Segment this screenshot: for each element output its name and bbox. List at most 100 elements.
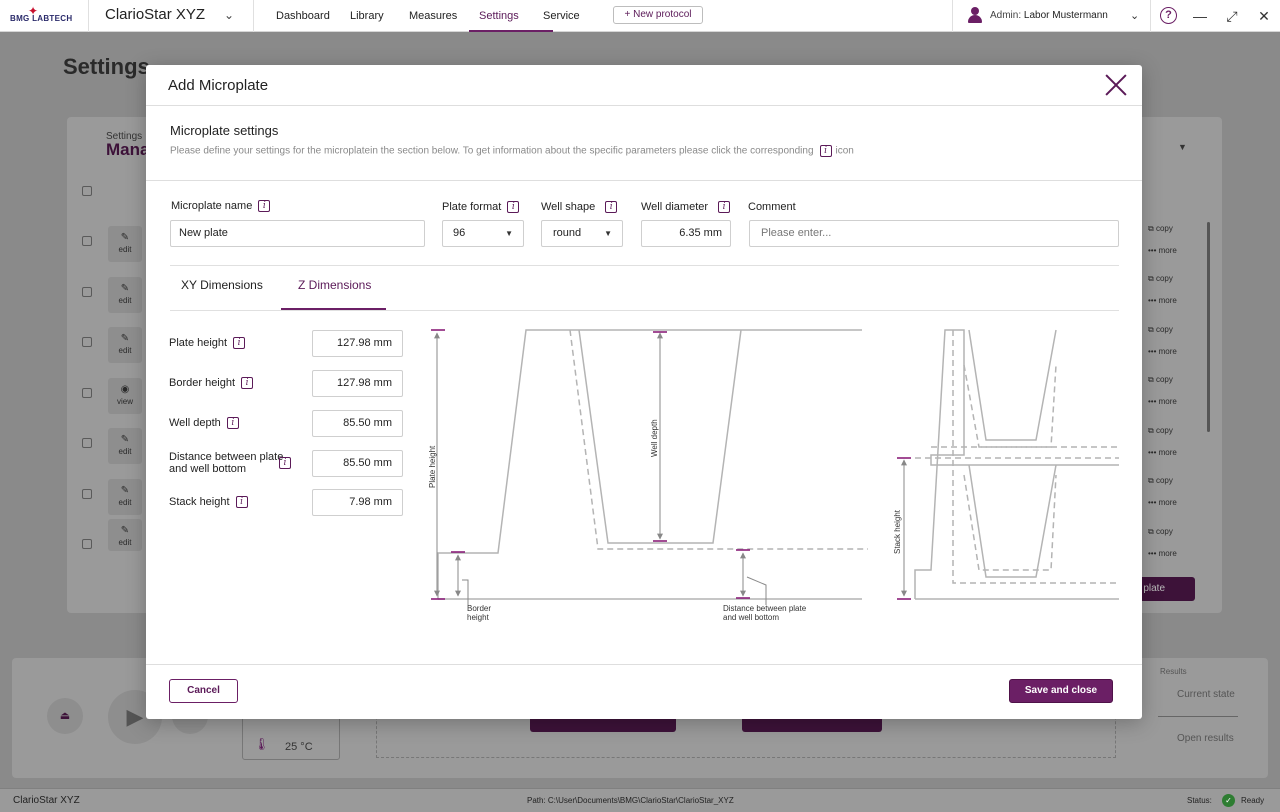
row-copy-button[interactable]: ⧉ copy	[1148, 426, 1173, 436]
border-height-input[interactable]: 127.98 mm	[312, 370, 403, 397]
row-checkbox[interactable]	[82, 489, 92, 499]
user-role: Admin:	[990, 10, 1022, 21]
scrollbar[interactable]	[1207, 222, 1210, 432]
status-bar: ClarioStar XYZ Path: C:\User\Documents\B…	[0, 788, 1280, 812]
row-copy-button[interactable]: ⧉ copy	[1148, 325, 1173, 335]
row-copy-button[interactable]: ⧉ copy	[1148, 375, 1173, 385]
view-label: view	[116, 397, 133, 406]
help-icon[interactable]: ?	[1160, 7, 1177, 24]
well-bottom-dashed	[569, 329, 868, 550]
stack-well-lower-dashed	[963, 474, 1057, 571]
eject-icon[interactable]: ⏏	[47, 698, 83, 734]
info-icon: i	[819, 145, 832, 157]
row-copy-button[interactable]: ⧉ copy	[1148, 476, 1173, 486]
row-checkbox[interactable]	[82, 236, 92, 246]
section-title: Mana	[106, 140, 150, 159]
nav-measures[interactable]: Measures	[409, 0, 479, 32]
info-icon[interactable]: i	[258, 200, 271, 213]
row-edit-button[interactable]: ✎ edit	[108, 519, 142, 551]
row-edit-button[interactable]: ✎ edit	[108, 428, 142, 464]
current-state-link[interactable]: Current state	[1177, 689, 1235, 700]
tab-z-dimensions[interactable]: Z Dimensions	[298, 278, 371, 292]
new-protocol-button[interactable]: + New protocol	[613, 6, 703, 24]
well-diameter-label: Well diameter i	[641, 201, 731, 214]
edit-icon: ✎	[120, 485, 130, 496]
chevron-down-icon[interactable]: ⌄	[1130, 9, 1139, 22]
section-subtitle: Microplate settings	[170, 123, 279, 138]
add-microplate-dialog: Add Microplate Microplate settings Pleas…	[146, 65, 1142, 719]
minimize-icon[interactable]: —	[1190, 6, 1210, 26]
chevron-down-icon[interactable]: ⌄	[224, 8, 234, 22]
save-and-close-button[interactable]: Save and close	[1009, 679, 1113, 703]
divider	[1158, 716, 1238, 717]
stack-dashed-1	[952, 330, 1119, 584]
divider	[253, 0, 254, 32]
row-checkbox[interactable]	[82, 438, 92, 448]
user-menu[interactable]: Admin: Labor Mustermann	[990, 10, 1108, 21]
divider	[170, 265, 1119, 266]
row-checkbox[interactable]	[82, 388, 92, 398]
page-title: Settings	[63, 54, 150, 79]
temperature-value: 25 °C	[285, 741, 313, 753]
chevron-down-icon[interactable]: ▼	[1178, 142, 1187, 152]
row-more-button[interactable]: ••• more	[1148, 448, 1177, 457]
well-diameter-input[interactable]: 6.35 mm	[641, 220, 731, 247]
row-edit-button[interactable]: ✎ edit	[108, 226, 142, 262]
info-icon[interactable]: i	[718, 201, 731, 214]
plate-format-select[interactable]: 96 ▼	[442, 220, 524, 247]
row-more-button[interactable]: ••• more	[1148, 296, 1177, 305]
open-results-link[interactable]: Open results	[1177, 733, 1234, 744]
info-icon[interactable]: i	[605, 201, 618, 214]
nav-settings[interactable]: Settings	[469, 0, 553, 32]
distance-input[interactable]: 85.50 mm	[312, 450, 403, 477]
well-depth-input[interactable]: 85.50 mm	[312, 410, 403, 437]
info-icon[interactable]: i	[507, 201, 520, 214]
row-edit-button[interactable]: ✎ edit	[108, 327, 142, 363]
edit-label: edit	[118, 245, 132, 254]
nav-library[interactable]: Library	[350, 0, 409, 32]
status-label: Status:	[1187, 796, 1212, 805]
nav-service[interactable]: Service	[543, 0, 603, 32]
info-icon[interactable]: i	[241, 377, 254, 390]
row-copy-button[interactable]: ⧉ copy	[1148, 527, 1173, 537]
section-description: Please define your settings for the micr…	[170, 145, 854, 157]
nav-dashboard[interactable]: Dashboard	[276, 0, 350, 32]
stack-height-input[interactable]: 7.98 mm	[312, 489, 403, 516]
info-icon[interactable]: i	[279, 457, 291, 469]
cancel-button[interactable]: Cancel	[169, 679, 238, 703]
row-edit-button[interactable]: ✎ edit	[108, 277, 142, 313]
status-value: Ready	[1241, 796, 1265, 805]
row-more-button[interactable]: ••• more	[1148, 498, 1177, 507]
maximize-icon[interactable]: ⤢	[1222, 6, 1242, 26]
row-more-button[interactable]: ••• more	[1148, 549, 1177, 558]
row-more-button[interactable]: ••• more	[1148, 397, 1177, 406]
row-checkbox[interactable]	[82, 337, 92, 347]
microplate-name-input[interactable]: New plate	[170, 220, 425, 247]
row-more-button[interactable]: ••• more	[1148, 246, 1177, 255]
row-checkbox[interactable]	[82, 539, 92, 549]
plate-height-label: Plate height i	[169, 337, 246, 350]
plate-format-label: Plate format i	[442, 201, 520, 214]
well-shape-select[interactable]: round ▼	[541, 220, 623, 247]
row-edit-button[interactable]: ✎ edit	[108, 479, 142, 515]
tab-xy-dimensions[interactable]: XY Dimensions	[181, 278, 263, 292]
device-name[interactable]: ClarioStar XYZ	[105, 6, 205, 23]
border-height-label: Border height i	[169, 377, 254, 390]
row-view-button[interactable]: ◉ view	[108, 378, 142, 414]
info-icon[interactable]: i	[235, 496, 248, 509]
row-more-button[interactable]: ••• more	[1148, 347, 1177, 356]
select-all-checkbox[interactable]	[82, 186, 92, 196]
close-icon[interactable]	[1104, 73, 1128, 97]
z-dimensions-diagram	[431, 329, 1119, 605]
bmg-logo: ✦ BMG LABTECH	[10, 4, 73, 23]
comment-input[interactable]: Please enter...	[749, 220, 1119, 247]
plate-height-input[interactable]: 127.98 mm	[312, 330, 403, 357]
row-copy-button[interactable]: ⧉ copy	[1148, 224, 1173, 234]
info-icon[interactable]: i	[233, 337, 246, 350]
well-inner-line	[578, 329, 742, 544]
info-icon[interactable]: i	[226, 417, 239, 430]
row-checkbox[interactable]	[82, 287, 92, 297]
row-copy-button[interactable]: ⧉ copy	[1148, 274, 1173, 284]
close-window-icon[interactable]: ✕	[1254, 6, 1274, 26]
comment-label: Comment	[748, 201, 796, 213]
